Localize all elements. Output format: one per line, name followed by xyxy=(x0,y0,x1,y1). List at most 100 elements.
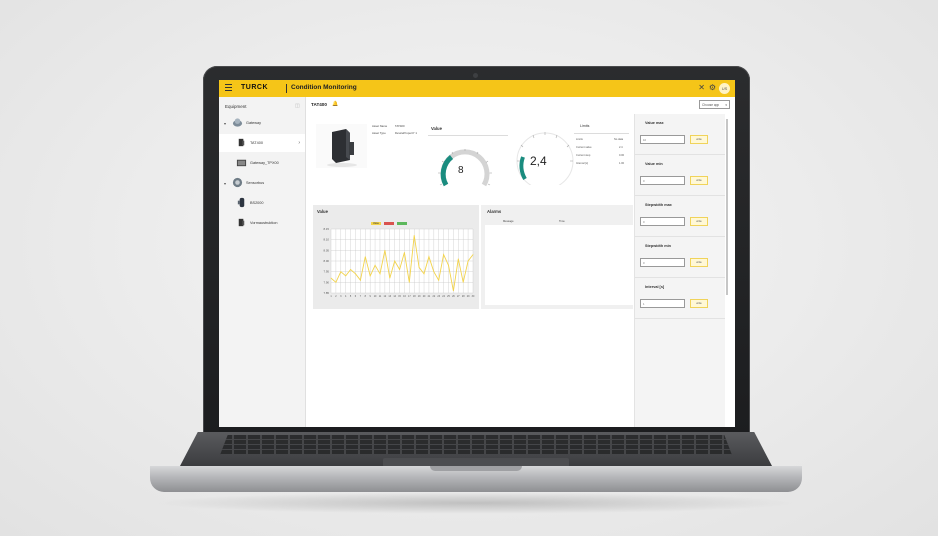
tools-icon[interactable]: ✕ xyxy=(698,83,705,93)
sidebar-item-bs2000[interactable]: BS2000 xyxy=(219,194,305,212)
chevron-down-icon[interactable]: ▾ xyxy=(224,181,226,186)
chevron-down-icon[interactable]: ▾ xyxy=(224,121,226,126)
laptop-base xyxy=(150,432,802,494)
data-point xyxy=(394,260,396,262)
y-tick-label: 8.15 xyxy=(324,227,330,231)
device-image xyxy=(316,124,367,168)
data-point xyxy=(467,260,469,262)
divider xyxy=(428,135,508,136)
opening-lip xyxy=(430,466,522,471)
x-tick-label: 19 xyxy=(418,295,421,298)
keyboard-rows xyxy=(220,435,732,455)
sidebar-item-sensorbus[interactable]: ▾ Sensorbus xyxy=(219,174,305,192)
write-button[interactable]: write xyxy=(690,176,708,185)
limit-label: Limits xyxy=(576,138,583,141)
sidebar-item-label: Gateway_TPX00 xyxy=(250,161,279,165)
limit-value: 2.4 xyxy=(619,146,623,149)
avatar[interactable]: US xyxy=(719,83,730,94)
data-point xyxy=(399,269,400,270)
sidebar-item-gateway-tpx00[interactable]: Gateway_TPX00 xyxy=(219,154,305,172)
x-tick-label: 28 xyxy=(462,295,465,298)
x-tick-label: 18 xyxy=(413,295,416,298)
data-point xyxy=(453,290,454,292)
x-tick-label: 7 xyxy=(360,295,362,298)
y-tick-label: 8.00 xyxy=(324,259,330,263)
asset-type-value: DevicePropertY 1 xyxy=(395,131,417,135)
write-button[interactable]: write xyxy=(690,258,708,267)
top-bar: TURCK Condition Monitoring ✕ ⚙ US xyxy=(219,80,735,97)
data-point xyxy=(335,281,337,283)
x-tick-label: 12 xyxy=(384,295,387,298)
asset-name-label: Asset Name xyxy=(372,124,388,128)
config-interval: Interval [s] 1 write xyxy=(635,278,725,319)
write-button[interactable]: write xyxy=(690,217,708,226)
scrollbar[interactable] xyxy=(726,119,728,295)
floor-shadow xyxy=(150,492,800,514)
choose-app-select[interactable]: Choose app ▾ xyxy=(699,100,730,109)
x-tick-label: 1 xyxy=(330,295,332,298)
config-value-min: Value min 0 write xyxy=(635,155,725,196)
x-tick-label: 26 xyxy=(452,295,455,298)
limit-label: Current value xyxy=(576,146,592,149)
data-point xyxy=(350,269,351,270)
config-title: Interval [s] xyxy=(645,285,665,289)
laptop-screen: TURCK Condition Monitoring ✕ ⚙ US Equipm… xyxy=(219,80,735,427)
alarms-list xyxy=(485,225,633,305)
data-point xyxy=(404,252,405,253)
limit-label: Current step xyxy=(576,154,591,157)
data-point xyxy=(462,281,464,283)
data-point xyxy=(457,258,459,260)
module-thumbnail xyxy=(237,197,245,208)
interval-input[interactable]: 1 xyxy=(640,299,685,308)
x-tick-label: 30 xyxy=(472,295,475,298)
pin-icon[interactable]: ◫ xyxy=(295,103,300,109)
asset-type-label: Asset Type xyxy=(372,131,386,135)
page-title: TAT400 xyxy=(311,102,327,107)
x-tick-label: 24 xyxy=(442,295,445,298)
config-value-max: Value max 10 write xyxy=(635,114,725,155)
value-gauge-title: Value xyxy=(431,126,442,131)
write-button[interactable]: write xyxy=(690,135,708,144)
main-content: TAT400 🔔 Choose app ▾ Asset Name TAT400 … xyxy=(306,97,735,427)
chevron-right-icon: › xyxy=(298,140,300,146)
data-point xyxy=(423,273,425,275)
gauge-value-reading: 8 xyxy=(458,165,464,176)
sensor-thumbnail xyxy=(238,218,245,227)
app-title: Condition Monitoring xyxy=(291,84,357,91)
sidebar-item-label: Sensorbus xyxy=(246,181,265,185)
value-min-input[interactable]: 0 xyxy=(640,176,685,185)
value-max-input[interactable]: 10 xyxy=(640,135,685,144)
data-point xyxy=(413,235,415,236)
x-tick-label: 13 xyxy=(388,295,391,298)
stepwidth-min-input[interactable]: 0 xyxy=(640,258,685,267)
data-point xyxy=(428,256,430,258)
sidebar-item-label: TAT400 xyxy=(250,141,263,145)
bell-icon[interactable]: 🔔 xyxy=(332,101,338,107)
config-stepwidth-max: Stepwidth max 0 write xyxy=(635,196,725,237)
sidebar-item-tat400[interactable]: TAT400 › xyxy=(219,134,305,152)
limit-value: 1.00 xyxy=(619,162,625,165)
sensorbus-thumbnail xyxy=(232,177,243,188)
sidebar-item-vormaustruktion[interactable]: Vormaustruktion xyxy=(219,214,305,232)
x-tick-label: 15 xyxy=(398,295,401,298)
sidebar-item-gateway[interactable]: ▾ Gateway xyxy=(219,114,305,132)
brand-logo: TURCK xyxy=(241,84,268,91)
choose-app-label: Choose app xyxy=(702,103,720,107)
x-tick-label: 27 xyxy=(457,295,460,298)
hamburger-icon[interactable] xyxy=(225,84,232,92)
write-button[interactable]: write xyxy=(690,299,708,308)
sidebar-item-label: Gateway xyxy=(246,121,261,125)
x-tick-label: 23 xyxy=(437,295,440,298)
x-tick-label: 11 xyxy=(379,295,382,298)
stepwidth-max-input[interactable]: 0 xyxy=(640,217,685,226)
x-tick-label: 6 xyxy=(355,295,357,298)
data-point xyxy=(379,273,381,275)
data-point xyxy=(359,279,361,281)
x-tick-label: 25 xyxy=(447,295,450,298)
x-tick-label: 9 xyxy=(370,295,372,298)
y-tick-label: 7.95 xyxy=(324,270,330,274)
gear-icon[interactable]: ⚙ xyxy=(709,83,716,93)
data-point xyxy=(340,271,342,273)
alarms-title: Alarms xyxy=(487,209,502,214)
data-point xyxy=(374,264,376,266)
